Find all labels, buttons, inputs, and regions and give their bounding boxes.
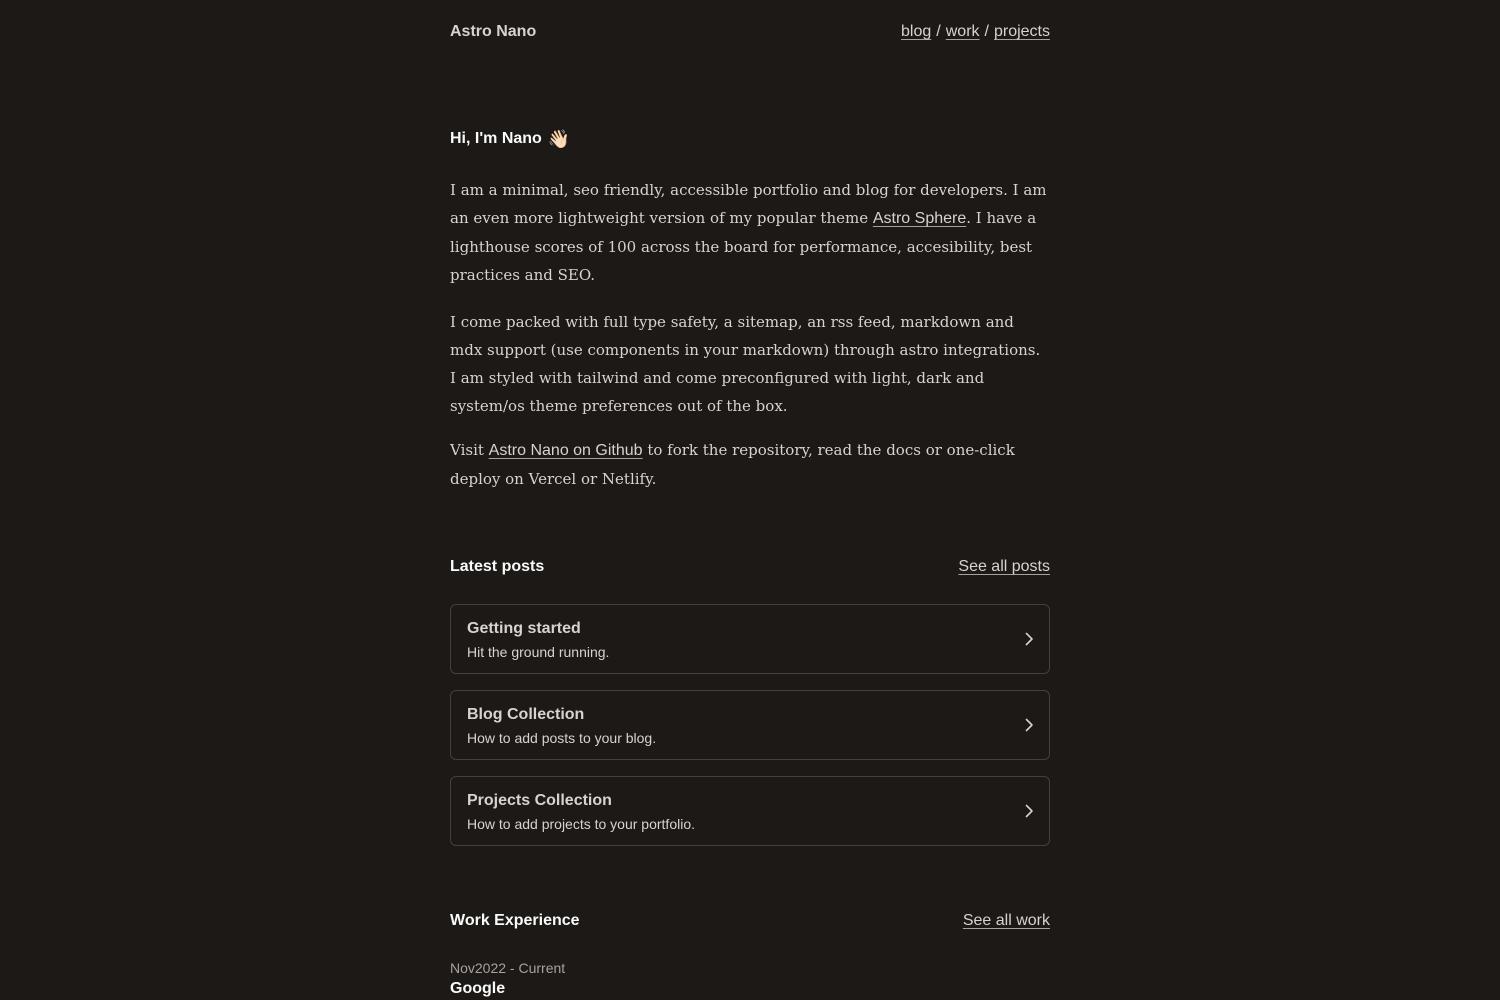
nav-link-work[interactable]: work <box>946 23 980 40</box>
work-experience-title: Work Experience <box>450 912 580 929</box>
nav-separator: / <box>936 23 941 40</box>
latest-posts-header: Latest posts See all posts <box>450 556 1050 580</box>
post-card-title: Getting started <box>467 620 581 637</box>
post-card[interactable]: Projects Collection How to add projects … <box>450 776 1050 846</box>
work-item-date: Nov2022 - Current <box>450 960 566 976</box>
work-item-company: Google <box>450 980 506 997</box>
chevron-right-icon <box>1025 632 1033 646</box>
post-card-title: Projects Collection <box>467 792 612 809</box>
post-card-description: How to add projects to your portfolio. <box>467 816 696 832</box>
work-experience-header: Work Experience See all work <box>450 910 1050 934</box>
see-all-work-link[interactable]: See all work <box>963 912 1050 930</box>
site-header: Astro Nano blog / work / projects <box>450 20 1050 46</box>
post-card-title: Blog Collection <box>467 706 585 723</box>
site-brand-link[interactable]: Astro Nano <box>450 23 536 41</box>
intro-paragraph-3: Visit Astro Nano on Github to fork the r… <box>450 436 1050 493</box>
intro-paragraph-1: I am a minimal, seo friendly, accessible… <box>450 176 1050 289</box>
intro-p3-text: Visit <box>450 441 489 459</box>
nav-link-projects[interactable]: projects <box>994 23 1050 40</box>
main-nav: blog / work / projects <box>901 23 1050 41</box>
intro-heading-text: Hi, I'm Nano <box>450 130 542 147</box>
intro-heading: Hi, I'm Nano 👋🏻 <box>450 130 570 148</box>
chevron-right-icon <box>1025 718 1033 732</box>
see-all-posts-link[interactable]: See all posts <box>958 558 1050 576</box>
github-repo-link[interactable]: Astro Nano on Github <box>489 442 643 459</box>
waving-hand-icon: 👋🏻 <box>547 129 571 149</box>
nav-link-blog[interactable]: blog <box>901 23 931 40</box>
post-card-description: Hit the ground running. <box>467 644 610 660</box>
nav-separator: / <box>984 23 989 40</box>
chevron-right-icon <box>1025 804 1033 818</box>
latest-posts-title: Latest posts <box>450 558 545 575</box>
post-card[interactable]: Blog Collection How to add posts to your… <box>450 690 1050 760</box>
intro-paragraph-2: I come packed with full type safety, a s… <box>450 313 1041 415</box>
astro-sphere-link[interactable]: Astro Sphere <box>873 210 966 227</box>
post-card[interactable]: Getting started Hit the ground running. <box>450 604 1050 674</box>
post-card-description: How to add posts to your blog. <box>467 730 657 746</box>
